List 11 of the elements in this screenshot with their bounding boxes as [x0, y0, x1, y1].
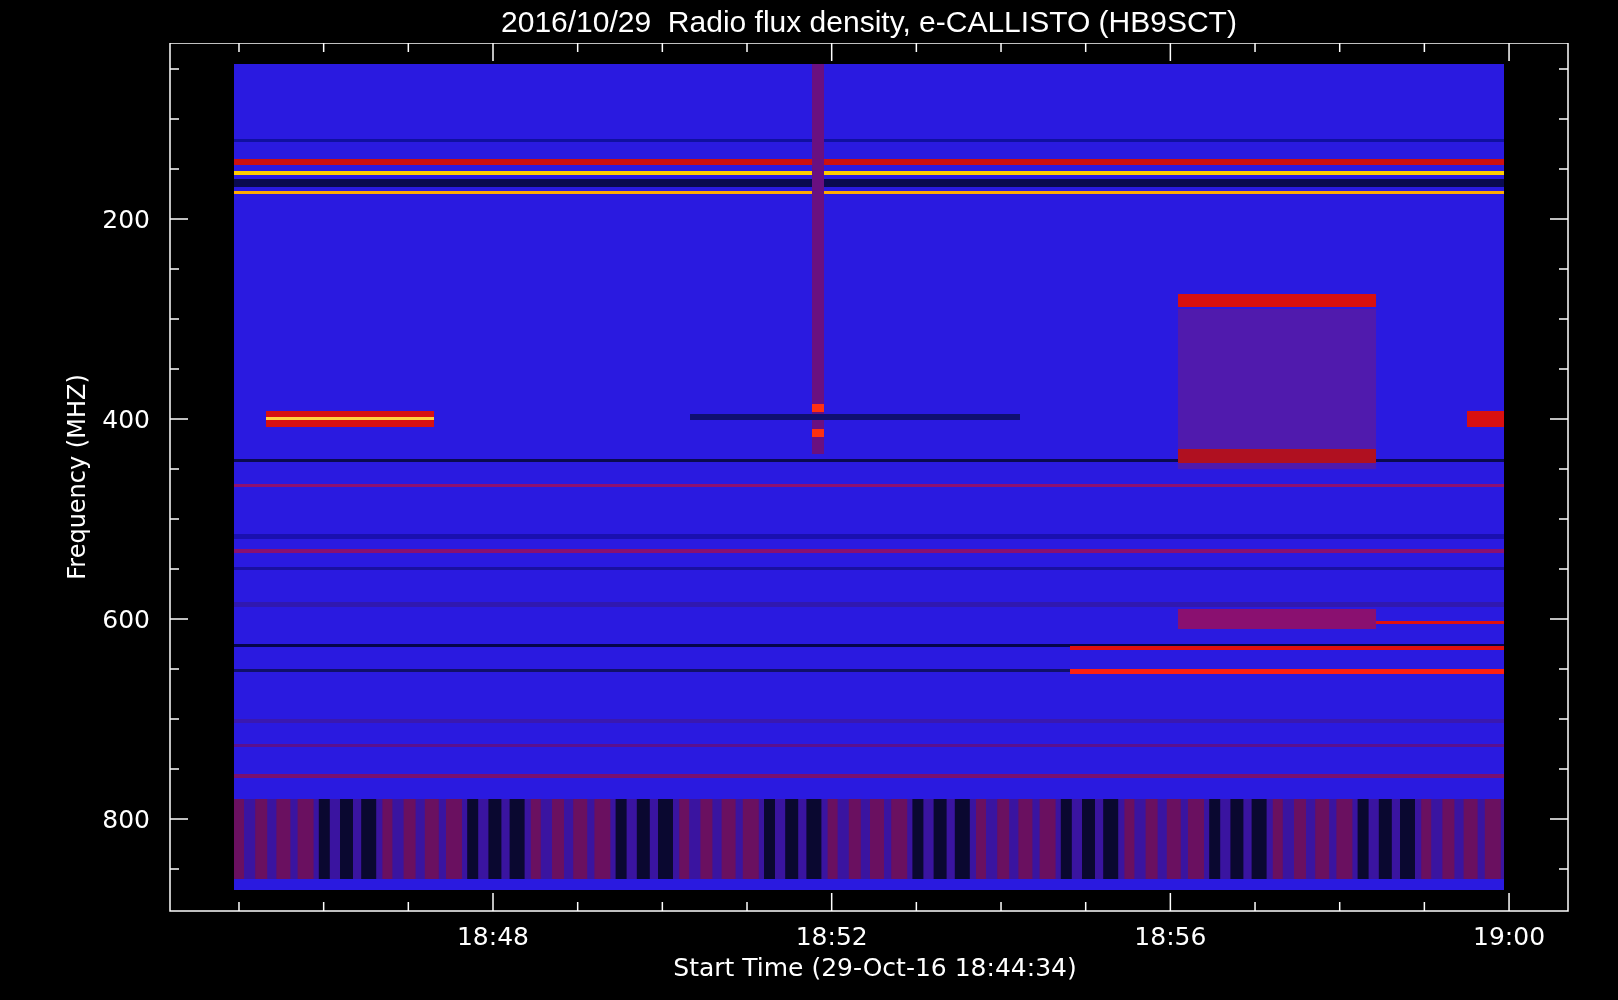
- axis-title: Frequency (MHZ): [63, 374, 91, 580]
- tick-label: 18:56: [1134, 922, 1207, 951]
- axis-title: Start Time (29-Oct-16 18:44:34): [673, 953, 1077, 982]
- tick-label: 200: [102, 205, 150, 234]
- tick-label: 19:00: [1473, 922, 1546, 951]
- tick-label: 800: [102, 805, 150, 834]
- tick-label: 18:52: [795, 922, 868, 951]
- tick-label: 400: [102, 405, 150, 434]
- tick-label: 600: [102, 605, 150, 634]
- tick-label: 18:48: [457, 922, 529, 951]
- chart-title: 2016/10/29 Radio flux density, e-CALLISTO (HB9SCT): [501, 4, 1237, 39]
